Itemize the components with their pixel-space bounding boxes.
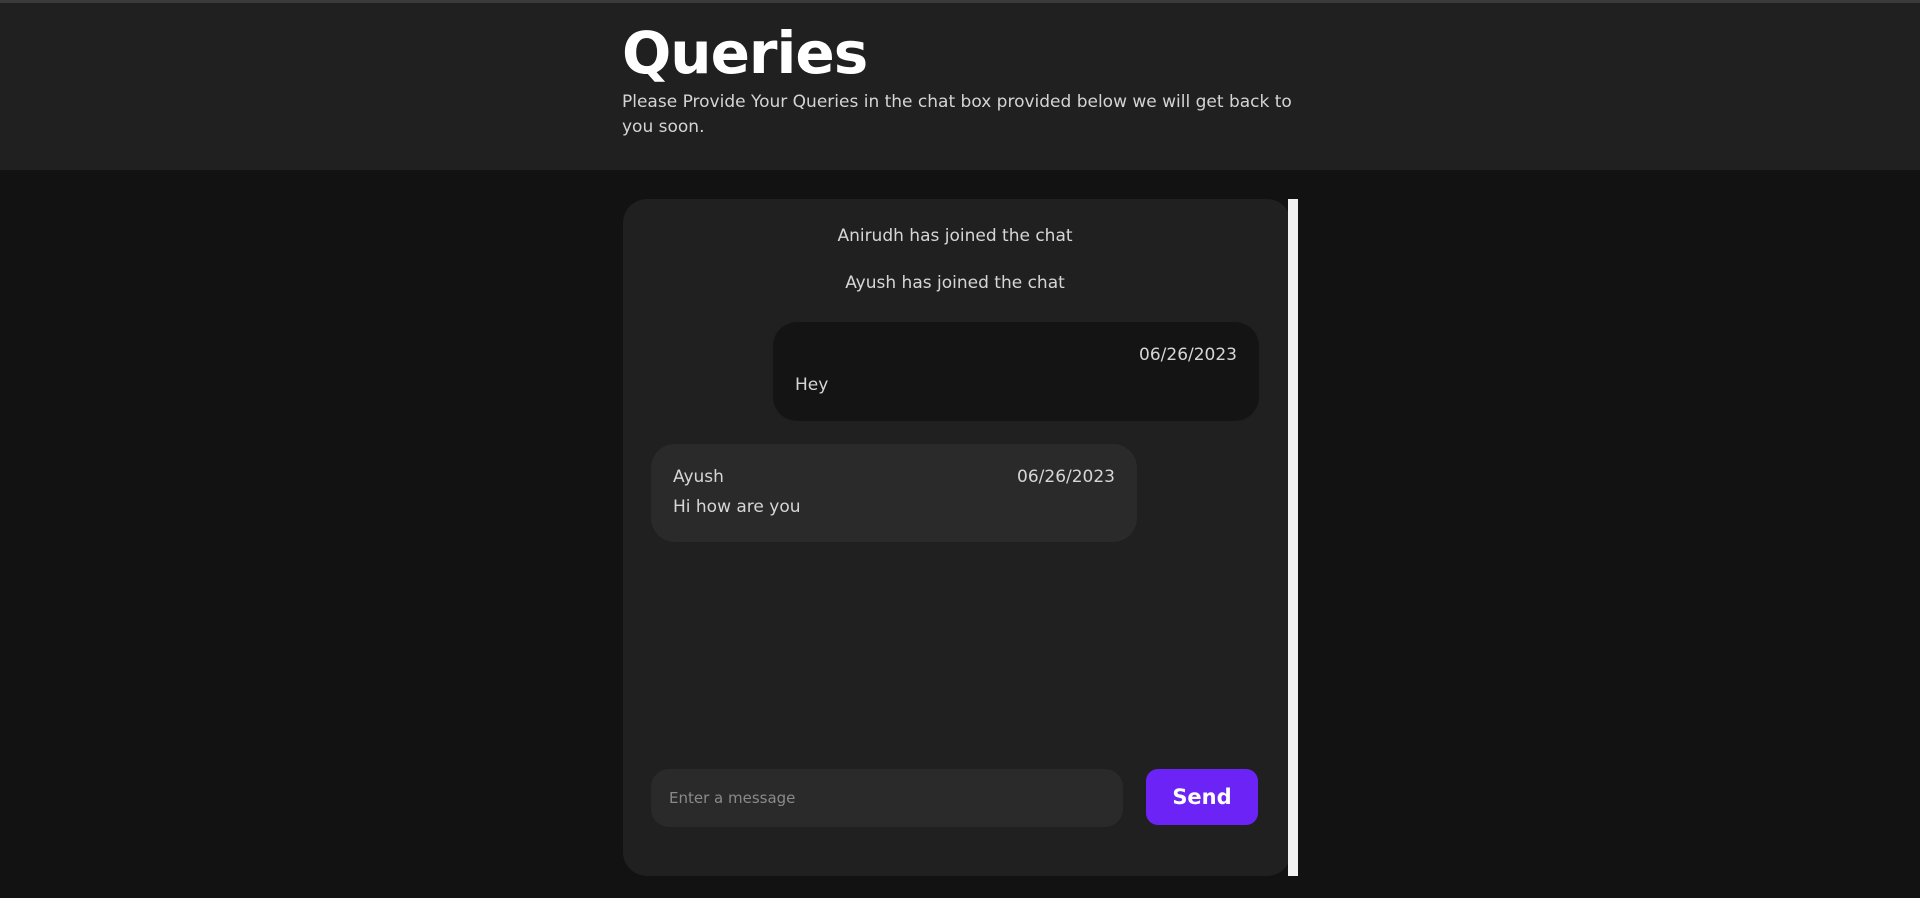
system-message-joined: Anirudh has joined the chat bbox=[837, 226, 1073, 246]
chat-scrollbar[interactable] bbox=[1288, 199, 1298, 876]
message-text: Hi how are you bbox=[673, 497, 801, 517]
message-sender: Ayush bbox=[673, 467, 724, 487]
message-composer: Send bbox=[651, 769, 1259, 827]
page-subtitle: Please Provide Your Queries in the chat … bbox=[622, 92, 1292, 137]
message-date: 06/26/2023 bbox=[1139, 345, 1237, 365]
send-button[interactable]: Send bbox=[1146, 769, 1258, 825]
chat-box: Anirudh has joined the chat Ayush has jo… bbox=[623, 199, 1291, 876]
message-input[interactable] bbox=[651, 769, 1123, 827]
system-message-joined: Ayush has joined the chat bbox=[845, 273, 1065, 293]
page-title: Queries bbox=[622, 19, 868, 87]
message-text: Hey bbox=[795, 375, 829, 395]
message-date: 06/26/2023 bbox=[1017, 467, 1115, 487]
message-bubble-own: 06/26/2023 Hey bbox=[773, 322, 1259, 421]
page-header: Queries Please Provide Your Queries in t… bbox=[0, 3, 1920, 170]
message-bubble-other: Ayush 06/26/2023 Hi how are you bbox=[651, 444, 1137, 542]
